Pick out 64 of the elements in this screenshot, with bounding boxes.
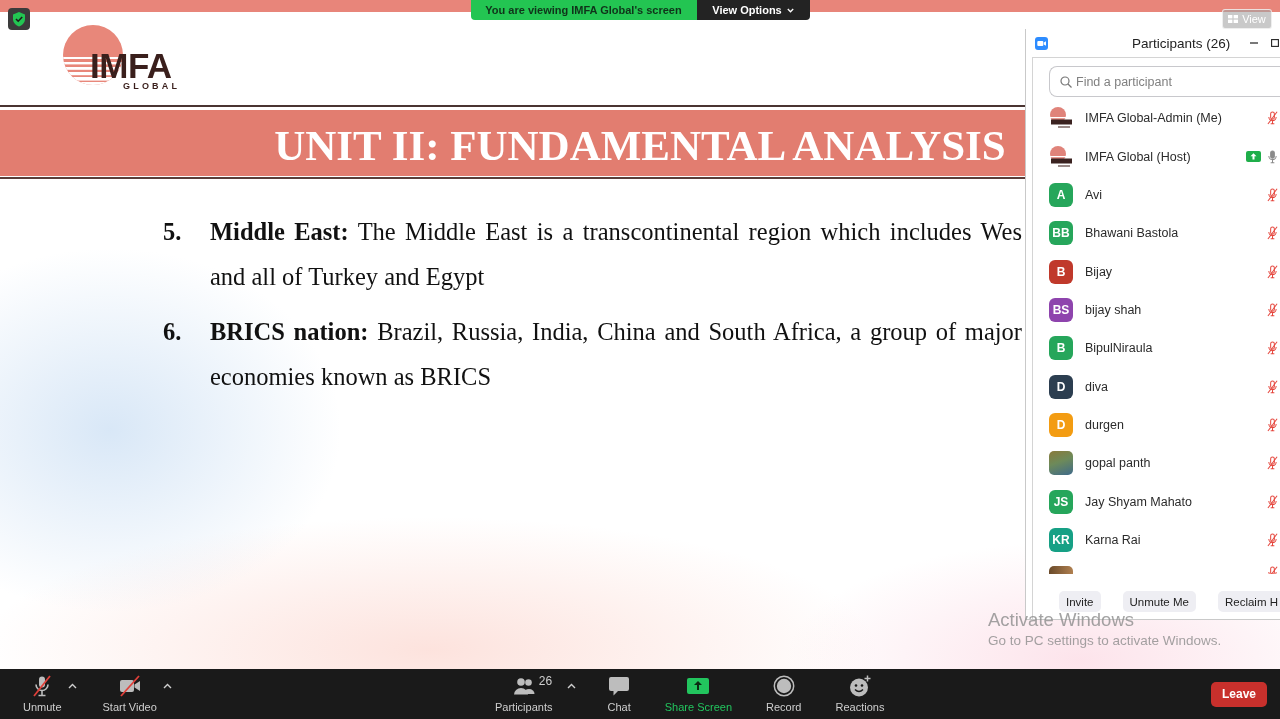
grid-icon	[1228, 15, 1239, 23]
microphone-button[interactable]: Unmute	[19, 669, 66, 719]
participant-name: diva	[1085, 379, 1108, 394]
slide-title: UNIT II: FUNDAMENTAL ANALYSIS	[274, 121, 1006, 171]
activation-message: Go to PC settings to activate Windows.	[988, 633, 1222, 649]
shield-check-icon[interactable]	[8, 8, 30, 30]
share-screen-button[interactable]: Share Screen	[661, 669, 735, 719]
participant-name: bijay shah	[1085, 302, 1142, 317]
view-options-button[interactable]: View Options	[696, 0, 810, 20]
participant-name: IMFA Global (Host)	[1085, 149, 1191, 164]
participant-name: IMFA Global-Admin (Me)	[1085, 111, 1222, 126]
screen-share-banner: You are viewing IMFA Global's screen	[470, 0, 697, 20]
item-text: BRICS nation: Brazil, Russia, India, China and South Africa, a group of major economies known as BRICS	[210, 317, 1022, 392]
participant-name: Avi	[1085, 187, 1103, 202]
activation-title: Activate Windows	[988, 609, 1135, 631]
reclaim-host-button[interactable]: Reclaim H	[1217, 591, 1280, 612]
participant-name: BipulNiraula	[1085, 341, 1153, 356]
participant-name: Bijay	[1085, 264, 1113, 279]
participants-button[interactable]: 26 Participants	[492, 669, 556, 719]
share-screen-icon	[687, 675, 710, 697]
leave-button[interactable]: Leave	[1211, 681, 1267, 707]
initials-avatar: BB	[1049, 221, 1073, 246]
logo-avatar-icon	[1049, 144, 1073, 169]
participant-name: Karna Rai	[1085, 532, 1141, 547]
participant-count: 26	[538, 674, 553, 688]
logo-avatar-icon	[1049, 106, 1073, 131]
invite-button[interactable]: Invite	[1059, 591, 1101, 612]
search-field[interactable]: Find a participant	[1049, 66, 1280, 97]
participant-name: Bhawani Bastola	[1085, 226, 1179, 241]
participant-name: durgen	[1085, 417, 1124, 432]
logo-wordmark: IMFA	[90, 48, 172, 83]
caret-up-icon[interactable]	[162, 683, 172, 689]
item-text: Middle East: The Middle East is a transcontinental region which includes Wes and all of Turkey and Egypt	[210, 217, 1022, 292]
initials-avatar: JS	[1049, 489, 1073, 514]
unmute-me-button[interactable]: Unmute Me	[1122, 591, 1196, 612]
caret-up-icon[interactable]	[567, 683, 577, 689]
reactions-button[interactable]: Reactions	[832, 669, 888, 719]
initials-avatar: BS	[1049, 297, 1073, 322]
camera-button[interactable]: Start Video	[98, 669, 161, 719]
initials-avatar: D	[1049, 412, 1073, 437]
caret-up-icon[interactable]	[67, 683, 77, 689]
record-button[interactable]: Record	[763, 669, 805, 719]
photo-placeholder	[1049, 451, 1073, 476]
initials-avatar: B	[1049, 336, 1073, 361]
record-icon	[772, 675, 795, 697]
people-icon	[512, 675, 535, 697]
maximize-icon[interactable]	[1271, 39, 1279, 47]
logo-tagline: GLOBAL	[123, 82, 181, 91]
photo-placeholder	[1049, 566, 1073, 574]
search-icon	[1060, 76, 1072, 88]
item-number: 6.	[163, 317, 183, 347]
initials-avatar: D	[1049, 374, 1073, 399]
item-number: 5.	[163, 217, 183, 247]
smiley-plus-icon	[848, 675, 871, 697]
participant-name: Jay Shyam Mahato	[1085, 494, 1192, 509]
initials-avatar: B	[1049, 259, 1073, 284]
initials-avatar: KR	[1049, 527, 1073, 552]
participant-name: gopal panth	[1085, 456, 1151, 471]
chat-button[interactable]: Chat	[604, 669, 634, 719]
chevron-down-icon	[786, 7, 794, 13]
panel-title: Participants (26)	[1132, 35, 1231, 51]
chat-bubble-icon	[608, 675, 631, 697]
initials-avatar: A	[1049, 182, 1073, 207]
video-camera-app-icon	[1035, 36, 1048, 50]
